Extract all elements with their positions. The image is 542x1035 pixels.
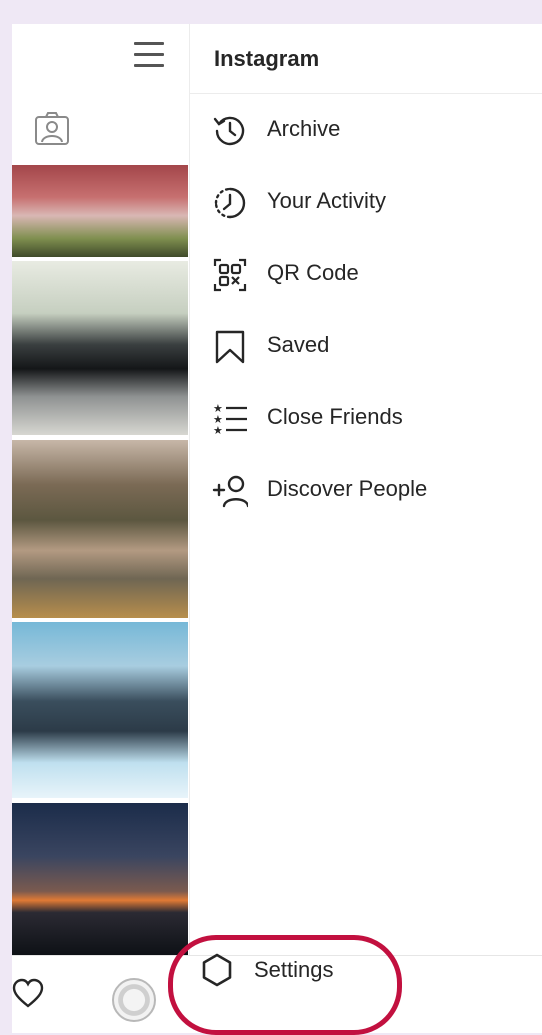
menu-item-label: Your Activity [267, 188, 387, 213]
activity-icon [214, 187, 246, 219]
menu-item-label: Discover People [267, 476, 428, 501]
qr-code-icon [213, 258, 247, 292]
tagged-photos-icon[interactable] [34, 112, 70, 146]
menu-icon[interactable] [134, 42, 164, 68]
settings-label: Settings [254, 957, 334, 982]
post-thumbnail[interactable] [12, 165, 188, 257]
menu-item-label: Saved [267, 332, 330, 357]
post-thumbnail[interactable] [12, 440, 188, 618]
post-thumbnail[interactable] [12, 261, 188, 435]
post-thumbnail[interactable] [12, 622, 188, 798]
menu-item-archive[interactable]: Archive [190, 100, 542, 160]
archive-icon [213, 116, 245, 146]
gear-icon [202, 953, 232, 987]
add-person-icon [212, 475, 248, 508]
menu-item-qr-code[interactable]: QR Code [190, 244, 542, 304]
menu-item-label: Close Friends [267, 404, 403, 429]
drawer-title: Instagram [214, 46, 320, 71]
profile-panel [12, 24, 188, 1033]
app-screen: Instagram Archive Your Activity QR Code … [12, 24, 542, 1033]
menu-item-saved[interactable]: Saved [190, 316, 542, 376]
menu-item-discover-people[interactable]: Discover People [190, 460, 542, 520]
bookmark-icon [215, 330, 245, 364]
menu-item-label: Archive [267, 116, 341, 141]
heart-icon[interactable] [12, 978, 44, 1010]
settings-button[interactable]: Settings [177, 945, 407, 1005]
close-friends-icon: ★ ★ ★ [213, 402, 247, 437]
post-thumbnail[interactable] [12, 803, 188, 955]
menu-item-close-friends[interactable]: ★ ★ ★ Close Friends [190, 388, 542, 448]
menu-item-label: QR Code [267, 260, 359, 285]
profile-avatar[interactable] [112, 978, 156, 1022]
menu-item-your-activity[interactable]: Your Activity [190, 172, 542, 232]
svg-text:★: ★ [213, 424, 223, 437]
divider [190, 93, 542, 94]
side-drawer: Instagram Archive Your Activity QR Code … [189, 24, 542, 955]
